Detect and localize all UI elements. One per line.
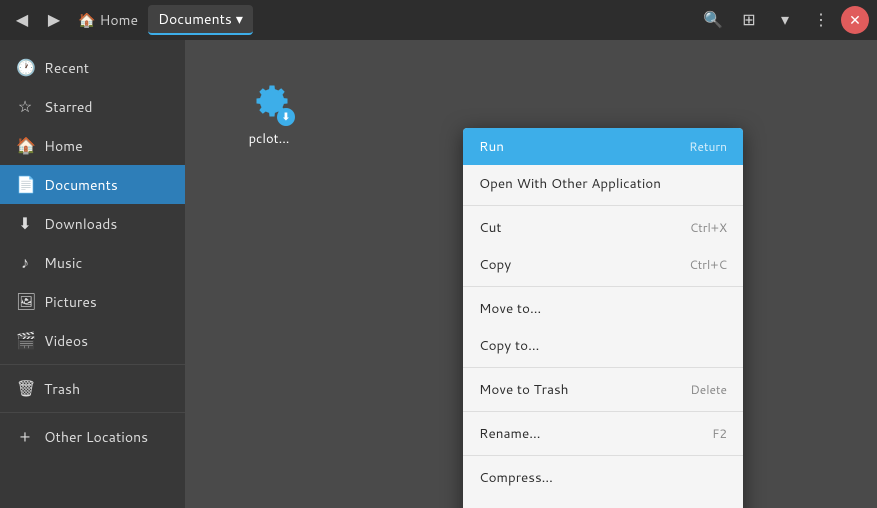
sidebar-label-starred: Starred bbox=[44, 97, 93, 117]
context-menu-label-move-trash: Move to Trash bbox=[479, 380, 569, 399]
search-button[interactable]: 🔍 bbox=[697, 4, 729, 36]
context-menu-item-compress[interactable]: Compress… bbox=[463, 459, 743, 496]
sidebar-item-music[interactable]: ♪ Music bbox=[0, 243, 185, 282]
breadcrumb-label: Documents bbox=[158, 9, 232, 29]
context-menu-label-open-with: Open With Other Application bbox=[479, 174, 661, 193]
pictures-icon: 🖼 bbox=[16, 290, 34, 313]
sidebar-item-recent[interactable]: 🕐 Recent bbox=[0, 48, 185, 87]
recent-icon: 🕐 bbox=[16, 56, 34, 79]
context-menu-label-run: Run bbox=[479, 137, 504, 156]
sidebar-label-trash: Trash bbox=[44, 379, 80, 399]
documents-breadcrumb[interactable]: Documents ▾ bbox=[148, 5, 253, 35]
context-menu-label-copy-to: Copy to… bbox=[479, 336, 539, 355]
context-menu-shortcut-cut: Ctrl+X bbox=[690, 219, 727, 236]
context-menu-divider-4 bbox=[463, 411, 743, 412]
sidebar-label-downloads: Downloads bbox=[44, 214, 117, 234]
context-menu-item-run[interactable]: Run Return bbox=[463, 128, 743, 165]
context-menu-divider-5 bbox=[463, 455, 743, 456]
sidebar-label-other-locations: Other Locations bbox=[44, 427, 148, 447]
home-label: Home bbox=[99, 10, 138, 30]
documents-icon: 📄 bbox=[16, 173, 34, 196]
context-menu-item-copy[interactable]: Copy Ctrl+C bbox=[463, 246, 743, 283]
context-menu-item-rename[interactable]: Rename… F2 bbox=[463, 415, 743, 452]
file-browser-content[interactable]: ⬇ pclot... Run Return Open With Other Ap… bbox=[185, 40, 877, 508]
context-menu-label-cut: Cut bbox=[479, 218, 501, 237]
sidebar-item-trash[interactable]: 🗑 Trash bbox=[0, 369, 185, 408]
sidebar-divider-2 bbox=[0, 412, 185, 413]
context-menu-label-move-to: Move to… bbox=[479, 299, 541, 318]
context-menu-shortcut-run: Return bbox=[689, 138, 727, 155]
context-menu-label-rename: Rename… bbox=[479, 424, 541, 443]
sidebar-label-recent: Recent bbox=[44, 58, 89, 78]
view-toggle-button[interactable]: ⊞ bbox=[733, 4, 765, 36]
sidebar-item-starred[interactable]: ☆ Starred bbox=[0, 87, 185, 126]
main-area: 🕐 Recent ☆ Starred 🏠 Home 📄 Documents ⬇ … bbox=[0, 40, 877, 508]
other-locations-icon: + bbox=[16, 425, 34, 448]
context-menu-label-compress: Compress… bbox=[479, 468, 553, 487]
titlebar: ◀ ▶ 🏠 Home Documents ▾ 🔍 ⊞ ▾ ⋮ ✕ bbox=[0, 0, 877, 40]
file-item-pcloud[interactable]: ⬇ pclot... bbox=[229, 60, 309, 164]
context-menu-item-move-trash[interactable]: Move to Trash Delete bbox=[463, 371, 743, 408]
home-breadcrumb[interactable]: 🏠 Home bbox=[72, 6, 144, 34]
sidebar-item-home[interactable]: 🏠 Home bbox=[0, 126, 185, 165]
breadcrumb-arrow-icon: ▾ bbox=[236, 9, 243, 29]
back-button[interactable]: ◀ bbox=[8, 6, 36, 34]
download-badge: ⬇ bbox=[277, 108, 295, 126]
sidebar-item-downloads[interactable]: ⬇ Downloads bbox=[0, 204, 185, 243]
sidebar-label-videos: Videos bbox=[44, 331, 88, 351]
context-menu-label-copy: Copy bbox=[479, 255, 511, 274]
home-icon: 🏠 bbox=[78, 10, 95, 30]
context-menu-shortcut-move-trash: Delete bbox=[690, 381, 727, 398]
sidebar-item-other-locations[interactable]: + Other Locations bbox=[0, 417, 185, 456]
context-menu-divider-3 bbox=[463, 367, 743, 368]
context-menu-divider-2 bbox=[463, 286, 743, 287]
sidebar-label-documents: Documents bbox=[44, 175, 118, 195]
sidebar-item-documents[interactable]: 📄 Documents bbox=[0, 165, 185, 204]
context-menu-item-copy-to[interactable]: Copy to… bbox=[463, 327, 743, 364]
context-menu-item-open-with[interactable]: Open With Other Application bbox=[463, 165, 743, 202]
context-menu-divider-1 bbox=[463, 205, 743, 206]
context-menu-item-move-to[interactable]: Move to… bbox=[463, 290, 743, 327]
sidebar-label-music: Music bbox=[44, 253, 82, 273]
context-menu-item-edit-admin[interactable]: Edit as Administrator bbox=[463, 496, 743, 508]
videos-icon: 🎬 bbox=[16, 329, 34, 352]
forward-button[interactable]: ▶ bbox=[40, 6, 68, 34]
context-menu-item-cut[interactable]: Cut Ctrl+X bbox=[463, 209, 743, 246]
download-badge-icon: ⬇ bbox=[282, 110, 290, 124]
sidebar-item-videos[interactable]: 🎬 Videos bbox=[0, 321, 185, 360]
context-menu-shortcut-copy: Ctrl+C bbox=[689, 256, 727, 273]
sidebar: 🕐 Recent ☆ Starred 🏠 Home 📄 Documents ⬇ … bbox=[0, 40, 185, 508]
sidebar-divider bbox=[0, 364, 185, 365]
trash-icon: 🗑 bbox=[16, 377, 34, 400]
file-icon-wrapper: ⬇ bbox=[245, 76, 293, 124]
close-button[interactable]: ✕ bbox=[841, 6, 869, 34]
sidebar-label-home: Home bbox=[44, 136, 83, 156]
sidebar-label-pictures: Pictures bbox=[44, 292, 97, 312]
menu-button[interactable]: ⋮ bbox=[805, 4, 837, 36]
sidebar-item-pictures[interactable]: 🖼 Pictures bbox=[0, 282, 185, 321]
context-menu-shortcut-rename: F2 bbox=[712, 425, 727, 442]
sort-button[interactable]: ▾ bbox=[769, 4, 801, 36]
context-menu: Run Return Open With Other Application C… bbox=[463, 128, 743, 508]
starred-icon: ☆ bbox=[16, 95, 34, 118]
downloads-icon: ⬇ bbox=[16, 212, 34, 235]
music-icon: ♪ bbox=[16, 251, 34, 274]
file-label: pclot... bbox=[249, 130, 290, 148]
home-nav-icon: 🏠 bbox=[16, 134, 34, 157]
